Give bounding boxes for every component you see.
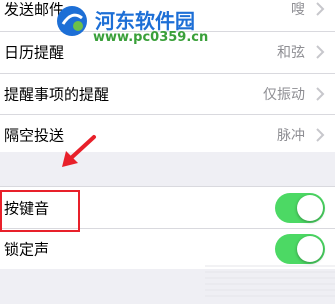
row-label: 日历提醒: [4, 43, 65, 62]
red-arrow-icon: [62, 135, 96, 167]
row-reminder-alerts[interactable]: 提醒事项的提醒 仅振动: [0, 74, 335, 114]
row-value: 仅振动: [263, 87, 305, 103]
chevron-right-icon: [316, 87, 325, 101]
row-label: 隔空投送: [4, 126, 65, 145]
row-value: 和弦: [277, 45, 305, 61]
row-label: 锁定声: [4, 240, 50, 259]
watermark-url: www.pc0359.cn: [93, 30, 209, 45]
scanline-decoration: [205, 265, 335, 297]
toggle-knob: [297, 194, 323, 221]
lock-sound-toggle[interactable]: [275, 234, 325, 264]
watermark-logo-icon: [57, 6, 87, 36]
chevron-right-icon: [316, 128, 325, 142]
row-label: 提醒事项的提醒: [4, 85, 110, 104]
watermark: 河东软件园 www.pc0359.cn: [55, 4, 215, 45]
keyboard-clicks-toggle[interactable]: [275, 192, 325, 223]
chevron-right-icon: [316, 2, 325, 16]
row-airdrop[interactable]: 隔空投送 脉冲: [0, 115, 335, 155]
row-value: 嗖: [291, 2, 305, 18]
chevron-right-icon: [316, 45, 325, 59]
highlight-box: [0, 190, 80, 232]
row-value: 脉冲: [277, 128, 305, 144]
toggle-knob: [297, 236, 323, 262]
